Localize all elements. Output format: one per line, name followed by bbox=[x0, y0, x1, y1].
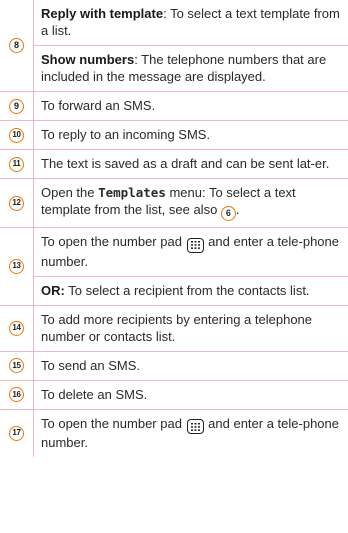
legend-subentry-or-contacts: OR: To select a recipient from the conta… bbox=[34, 275, 348, 305]
legend-row-16: 16 To delete an SMS. bbox=[0, 380, 348, 410]
legend-description: To delete an SMS. bbox=[34, 381, 348, 409]
legend-subentry-number-pad: To open the number pad and enter a tele-… bbox=[34, 410, 348, 458]
legend-row-17: 17 To open the number pad and enter a te… bbox=[0, 409, 348, 458]
description-text: To reply to an incoming SMS. bbox=[41, 127, 211, 142]
legend-number-cell: 13 bbox=[0, 228, 34, 305]
legend-row-13: 13 To open the number pad and enter a te… bbox=[0, 228, 348, 306]
callout-badge-8: 8 bbox=[9, 38, 24, 53]
legend-row-11: 11 The text is saved as a draft and can … bbox=[0, 150, 348, 179]
legend-number-cell: 14 bbox=[0, 305, 34, 351]
callout-badge-12: 12 bbox=[9, 195, 24, 211]
legend-number-cell: 11 bbox=[0, 150, 34, 178]
description-text: To add more recipients by entering a tel… bbox=[41, 311, 313, 344]
description-text: To forward an SMS. bbox=[41, 98, 156, 113]
description-text: The text is saved as a draft and can be … bbox=[41, 156, 330, 171]
term-show-numbers: Show numbers bbox=[41, 52, 135, 67]
legend-row-14: 14 To add more recipients by entering a … bbox=[0, 305, 348, 352]
legend-number-cell: 8 bbox=[0, 0, 34, 91]
legend-description: The text is saved as a draft and can be … bbox=[34, 150, 348, 178]
legend-row-8: 8 Reply with template: To select a text … bbox=[0, 0, 348, 92]
callout-badge-17: 17 bbox=[9, 425, 24, 441]
legend-number-cell: 12 bbox=[0, 179, 34, 227]
legend-description: Open the Templates menu: To select a tex… bbox=[34, 179, 348, 227]
keypad-icon bbox=[186, 419, 204, 434]
keypad-icon bbox=[186, 237, 204, 253]
legend-subentry-templates: Open the Templates menu: To select a tex… bbox=[34, 179, 348, 227]
legend-description: To reply to an incoming SMS. bbox=[34, 121, 348, 149]
legend-number-cell: 16 bbox=[0, 380, 34, 409]
legend-number-cell: 9 bbox=[0, 92, 34, 120]
legend-row-12: 12 Open the Templates menu: To select a … bbox=[0, 179, 348, 228]
legend-row-15: 15 To send an SMS. bbox=[0, 351, 348, 381]
callout-badge-10: 10 bbox=[9, 127, 24, 143]
callout-badge-15: 15 bbox=[9, 358, 24, 373]
callout-badge-14: 14 bbox=[9, 320, 24, 336]
legend-description: To forward an SMS. bbox=[34, 92, 348, 120]
callout-badge-13: 13 bbox=[9, 258, 24, 274]
legend-row-9: 9 To forward an SMS. bbox=[0, 92, 348, 121]
callout-badge-11: 11 bbox=[9, 156, 24, 172]
legend-number-cell: 17 bbox=[0, 409, 34, 457]
description-text: To open the number pad bbox=[41, 234, 186, 249]
description-text: . bbox=[235, 202, 240, 217]
description-text: To open the number pad bbox=[41, 415, 186, 431]
legend-table: 8 Reply with template: To select a text … bbox=[0, 0, 348, 457]
legend-subentry-show-numbers: Show numbers: The telephone numbers that… bbox=[34, 45, 348, 91]
legend-row-10: 10 To reply to an incoming SMS. bbox=[0, 121, 348, 150]
legend-description: To open the number pad and enter a tele-… bbox=[34, 228, 348, 305]
term-reply-with-template: Reply with template bbox=[41, 6, 164, 21]
description-text: Open the bbox=[41, 185, 99, 200]
term-or: OR: bbox=[41, 282, 65, 298]
legend-description: To open the number pad and enter a tele-… bbox=[34, 410, 348, 458]
legend-number-cell: 10 bbox=[0, 121, 34, 149]
legend-description: Reply with template: To select a text te… bbox=[34, 0, 348, 91]
callout-badge-9: 9 bbox=[9, 98, 24, 114]
callout-badge-16: 16 bbox=[9, 387, 24, 402]
callout-reference-6: 6 bbox=[220, 206, 236, 221]
legend-number-cell: 15 bbox=[0, 351, 34, 380]
description-text: To send an SMS. bbox=[41, 357, 140, 373]
description-text: To delete an SMS. bbox=[41, 386, 148, 402]
description-text: To select a recipient from the contacts … bbox=[64, 282, 310, 298]
legend-description: To add more recipients by entering a tel… bbox=[34, 306, 348, 351]
legend-subentry-reply-template: Reply with template: To select a text te… bbox=[34, 0, 348, 45]
menu-name-templates: Templates bbox=[98, 185, 166, 200]
legend-description: To send an SMS. bbox=[34, 352, 348, 380]
legend-subentry-number-pad: To open the number pad and enter a tele-… bbox=[34, 228, 348, 276]
